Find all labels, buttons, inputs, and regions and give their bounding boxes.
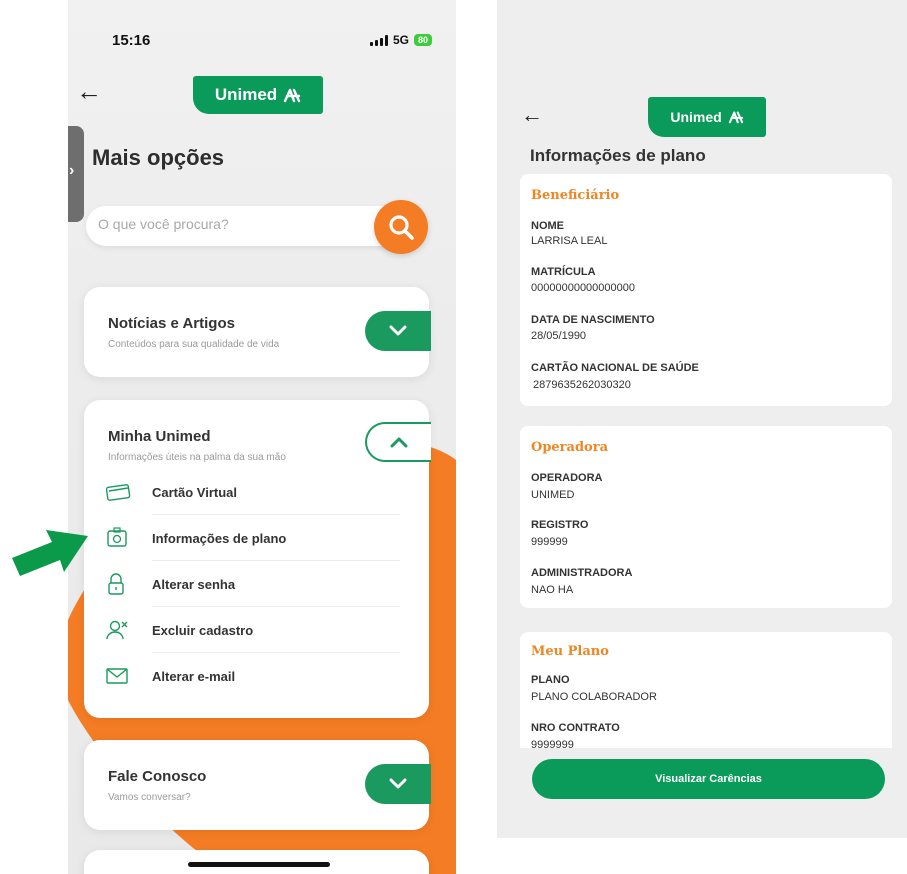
card-fale-conosco-title: Fale Conosco (108, 768, 207, 785)
search-button[interactable] (374, 200, 428, 254)
page-title: Mais opções (92, 145, 225, 170)
page-title: Informações de plano (530, 146, 706, 165)
field-label: OPERADORA (531, 472, 603, 484)
card-minha-unimed-title: Minha Unimed (108, 428, 211, 445)
field-value: PLANO COLABORADOR (531, 691, 657, 703)
section-title: Operadora (531, 440, 608, 455)
divider (152, 560, 400, 561)
divider (152, 514, 400, 515)
field-label: MATRÍCULA (531, 266, 596, 278)
status-bar: 15:16 5G 80 (68, 0, 456, 70)
card-minha-unimed-subtitle: Informações úteis na palma da sua mão (108, 452, 286, 463)
field-label: DATA DE NASCIMENTO (531, 314, 655, 326)
back-arrow-icon[interactable]: ← (76, 78, 102, 104)
unimed-logo-icon (283, 88, 301, 103)
menu-item-cartao-virtual[interactable]: Cartão Virtual (106, 470, 400, 514)
chevron-down-icon (389, 778, 407, 789)
status-time: 15:16 (112, 32, 151, 49)
field-label: REGISTRO (531, 519, 589, 531)
signal-icon (369, 34, 388, 46)
field-value: 2879635262030320 (533, 379, 631, 391)
mail-icon (106, 668, 136, 684)
card-noticias-title: Notícias e Artigos (108, 315, 235, 332)
home-indicator (188, 862, 330, 867)
battery-icon: 80 (413, 34, 432, 46)
operadora-card: Operadora OPERADORA UNIMED REGISTRO 9999… (520, 426, 892, 608)
unimed-logo: Unimed (193, 76, 323, 114)
menu-item-label: Alterar e-mail (152, 668, 236, 684)
field-value: 999999 (531, 536, 568, 548)
card-minha-unimed: Minha Unimed Informações úteis na palma … (84, 400, 431, 718)
chevron-up-icon (390, 437, 408, 448)
field-value: UNIMED (531, 489, 575, 501)
field-label: ADMINISTRADORA (531, 567, 633, 579)
menu-item-alterar-email[interactable]: Alterar e-mail (106, 654, 400, 698)
section-title: Meu Plano (531, 644, 609, 659)
collapse-minha-unimed-button[interactable] (365, 422, 431, 462)
menu-item-label: Cartão Virtual (152, 484, 238, 500)
status-indicators: 5G 80 (369, 33, 432, 47)
card-noticias-subtitle: Conteúdos para sua qualidade de vida (108, 339, 280, 350)
left-phone-screen: 15:16 5G 80 ← Unimed › Mais opções Notíc… (68, 0, 456, 874)
chevron-right-icon: › (69, 162, 75, 179)
field-label: PLANO (531, 674, 570, 686)
menu-item-label: Excluir cadastro (152, 622, 254, 638)
search-input[interactable] (98, 216, 378, 232)
section-title: Beneficiário (531, 188, 620, 203)
side-drawer-tab[interactable]: › (68, 126, 84, 222)
divider (152, 606, 400, 607)
logo-text: Unimed (670, 109, 722, 125)
menu-item-alterar-senha[interactable]: Alterar senha (106, 562, 400, 606)
expand-fale-conosco-button[interactable] (365, 764, 431, 804)
network-label: 5G (392, 33, 409, 47)
beneficiario-card: Beneficiário NOME LARRISA LEAL MATRÍCULA… (520, 174, 892, 406)
card-noticias[interactable]: Notícias e Artigos Conteúdos para sua qu… (84, 287, 431, 377)
card-fale-conosco-subtitle: Vamos conversar? (108, 792, 191, 803)
card-fale-conosco[interactable]: Fale Conosco Vamos conversar? (84, 740, 431, 830)
search-bar (86, 206, 416, 246)
field-label: NRO CONTRATO (531, 722, 620, 734)
menu-item-label: Informações de plano (152, 530, 287, 546)
field-value: 28/05/1990 (531, 330, 587, 342)
field-value: 00000000000000000 (531, 282, 636, 294)
expand-noticias-button[interactable] (365, 311, 431, 351)
divider (152, 652, 400, 653)
card-icon (106, 483, 136, 501)
unimed-logo-icon (728, 111, 743, 124)
back-arrow-icon[interactable]: ← (521, 104, 543, 126)
search-icon (389, 215, 414, 240)
id-badge-icon (106, 527, 136, 549)
menu-item-excluir-cadastro[interactable]: Excluir cadastro (106, 608, 400, 652)
chevron-down-icon (389, 325, 407, 336)
menu-item-informacoes-plano[interactable]: Informações de plano (106, 516, 400, 560)
logo-text: Unimed (214, 85, 278, 104)
field-label: NOME (531, 220, 564, 232)
visualizar-carencias-button[interactable]: Visualizar Carências (532, 759, 885, 799)
unimed-logo: Unimed (648, 97, 766, 137)
menu-item-label: Alterar senha (152, 576, 236, 592)
right-phone-screen: ← Unimed Informações de plano Beneficiár… (497, 0, 907, 838)
field-value: LARRISA LEAL (531, 235, 608, 247)
field-label: CARTÃO NACIONAL DE SAÚDE (531, 362, 699, 374)
lock-icon (106, 573, 136, 595)
user-remove-icon (106, 619, 136, 641)
green-pointer-arrow-icon (12, 530, 88, 576)
field-value: NAO HA (531, 584, 574, 596)
